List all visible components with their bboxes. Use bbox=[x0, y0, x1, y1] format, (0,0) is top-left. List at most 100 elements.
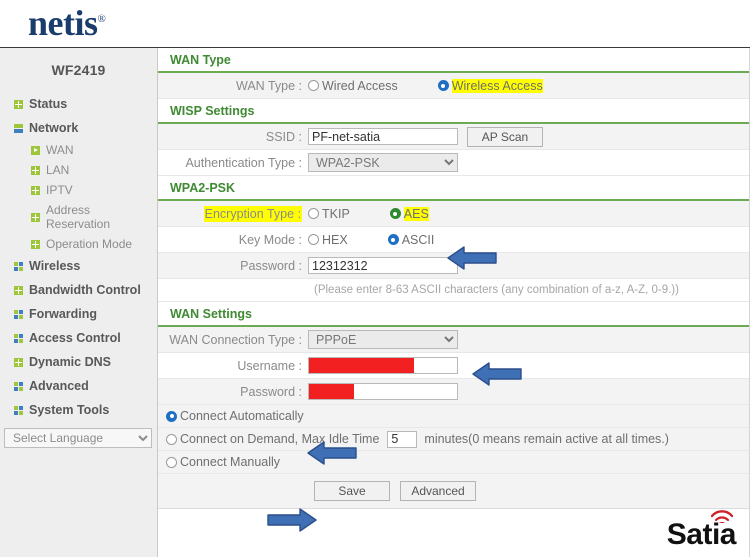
sidebar-item-wireless[interactable]: Wireless bbox=[0, 254, 157, 278]
grid-icon bbox=[14, 261, 23, 271]
row-username: Username : bbox=[158, 353, 749, 379]
radio-connect-manually[interactable]: Connect Manually bbox=[166, 455, 280, 469]
radio-aes[interactable]: AES bbox=[389, 206, 429, 221]
radio-indicator bbox=[308, 208, 319, 219]
plus-square-icon bbox=[31, 212, 40, 222]
encryption-type-label: Encryption Type : bbox=[158, 205, 308, 222]
sidebar-item-dynamic-dns[interactable]: Dynamic DNS bbox=[0, 350, 157, 374]
radio-tkip[interactable]: TKIP bbox=[308, 207, 350, 221]
max-idle-time-suffix: minutes(0 means remain active at all tim… bbox=[424, 432, 669, 446]
username-field-wrap bbox=[308, 357, 458, 374]
ssid-label: SSID : bbox=[265, 129, 302, 144]
radio-indicator bbox=[308, 234, 319, 245]
sidebar-item-label: Operation Mode bbox=[46, 237, 133, 251]
row-password-hint: (Please enter 8-63 ASCII characters (any… bbox=[158, 279, 749, 302]
sidebar-item-label: IPTV bbox=[46, 183, 73, 197]
radio-indicator bbox=[389, 208, 401, 219]
sidebar-item-bandwidth-control[interactable]: Bandwidth Control bbox=[0, 278, 157, 302]
grid-icon bbox=[14, 381, 23, 391]
wan-password-controls bbox=[308, 383, 749, 400]
sidebar-item-iptv[interactable]: IPTV bbox=[0, 180, 157, 200]
grid-icon bbox=[14, 405, 23, 415]
username-controls bbox=[308, 357, 749, 374]
sidebar-item-forwarding[interactable]: Forwarding bbox=[0, 302, 157, 326]
sidebar-item-label: WAN bbox=[46, 143, 74, 157]
wpa-password-input[interactable] bbox=[308, 257, 458, 274]
ap-scan-button[interactable]: AP Scan bbox=[467, 126, 543, 147]
wpa-password-controls bbox=[308, 257, 749, 274]
wifi-signal-icon bbox=[711, 510, 733, 523]
username-redaction-overlay bbox=[309, 358, 414, 373]
authentication-type-select[interactable]: WPA2-PSK bbox=[308, 153, 458, 172]
sidebar-item-status[interactable]: Status bbox=[0, 92, 157, 116]
sidebar-item-advanced[interactable]: Advanced bbox=[0, 374, 157, 398]
wan-type-label: WAN Type : bbox=[236, 78, 302, 93]
radio-wireless-access[interactable]: Wireless Access bbox=[437, 78, 543, 93]
radio-ascii[interactable]: ASCII bbox=[387, 232, 435, 247]
wan-connection-type-select[interactable]: PPPoE bbox=[308, 330, 458, 349]
sidebar-item-system-tools[interactable]: System Tools bbox=[0, 398, 157, 422]
sidebar-item-access-control[interactable]: Access Control bbox=[0, 326, 157, 350]
password-hint-text: (Please enter 8-63 ASCII characters (any… bbox=[314, 284, 679, 296]
section-header-wan-type: WAN Type bbox=[158, 48, 749, 73]
plus-square-icon bbox=[14, 285, 23, 295]
form-action-bar: Save Advanced bbox=[158, 474, 749, 509]
wan-password-redaction-overlay bbox=[309, 384, 354, 399]
max-idle-time-input[interactable] bbox=[387, 430, 418, 448]
sidebar-item-label: Status bbox=[29, 97, 68, 111]
row-ssid: SSID : AP Scan bbox=[158, 124, 749, 150]
encryption-type-label-text: Encryption Type : bbox=[203, 205, 302, 222]
username-label: Username : bbox=[237, 358, 302, 373]
row-connect-manually[interactable]: Connect Manually bbox=[158, 451, 749, 474]
wan-type-controls: Wired Access Wireless Access bbox=[308, 78, 749, 93]
radio-label: Connect Automatically bbox=[180, 409, 304, 423]
ssid-input[interactable] bbox=[308, 128, 458, 145]
sidebar-item-operation-mode[interactable]: Operation Mode bbox=[0, 234, 157, 254]
authentication-type-controls: WPA2-PSK bbox=[308, 153, 749, 172]
radio-hex[interactable]: HEX bbox=[308, 233, 348, 247]
wan-password-label: Password : bbox=[240, 384, 302, 399]
radio-label: TKIP bbox=[322, 206, 350, 221]
row-connect-automatically[interactable]: Connect Automatically bbox=[158, 405, 749, 428]
radio-indicator bbox=[166, 456, 177, 468]
sidebar-item-label: Wireless bbox=[29, 259, 81, 273]
grid-icon bbox=[14, 309, 23, 319]
row-authentication-type: Authentication Type : WPA2-PSK bbox=[158, 150, 749, 176]
sidebar-item-label: System Tools bbox=[29, 403, 110, 417]
radio-label: ASCII bbox=[401, 232, 435, 247]
sidebar-item-lan[interactable]: LAN bbox=[0, 160, 157, 180]
section-header-wan-settings: WAN Settings bbox=[158, 302, 749, 327]
annotation-arrow-save-button bbox=[267, 508, 317, 532]
wan-connection-type-label: WAN Connection Type : bbox=[169, 332, 302, 347]
row-encryption-type: Encryption Type : TKIP AES bbox=[158, 201, 749, 227]
main-content: WAN Type WAN Type : Wired Access Wireles… bbox=[158, 48, 750, 557]
sidebar-item-label: LAN bbox=[46, 163, 70, 177]
radio-indicator bbox=[166, 410, 177, 422]
radio-label: Connect Manually bbox=[180, 455, 281, 469]
advanced-button[interactable]: Advanced bbox=[400, 481, 476, 501]
authentication-type-label: Authentication Type : bbox=[185, 155, 302, 170]
netis-logo-text: netis bbox=[28, 3, 98, 43]
sidebar-item-label: Address Reservation bbox=[46, 203, 111, 231]
row-key-mode: Key Mode : HEX ASCII bbox=[158, 227, 749, 253]
radio-indicator bbox=[437, 80, 449, 91]
radio-connect-on-demand[interactable]: Connect on Demand, Max Idle Time bbox=[166, 432, 379, 446]
radio-indicator bbox=[308, 80, 319, 91]
plus-square-icon bbox=[14, 99, 23, 109]
radio-connect-automatically[interactable]: Connect Automatically bbox=[166, 409, 304, 423]
row-connect-on-demand[interactable]: Connect on Demand, Max Idle Time minutes… bbox=[158, 428, 749, 451]
radio-indicator bbox=[166, 433, 177, 445]
ssid-controls: AP Scan bbox=[308, 126, 749, 147]
sidebar-item-address-reservation[interactable]: Address Reservation bbox=[0, 200, 157, 234]
language-select[interactable]: Select Language bbox=[4, 428, 152, 448]
save-button[interactable]: Save bbox=[314, 481, 390, 501]
satia-watermark: Satia bbox=[667, 510, 737, 552]
sidebar-item-label: Dynamic DNS bbox=[29, 355, 111, 369]
plus-square-icon bbox=[31, 165, 40, 175]
radio-wired-access[interactable]: Wired Access bbox=[308, 79, 398, 93]
arrow-square-icon bbox=[31, 145, 40, 155]
sidebar-item-network[interactable]: Network bbox=[0, 116, 157, 140]
sidebar-item-label: Network bbox=[29, 121, 79, 135]
radio-indicator bbox=[387, 234, 399, 245]
sidebar-item-wan[interactable]: WAN bbox=[0, 140, 157, 160]
